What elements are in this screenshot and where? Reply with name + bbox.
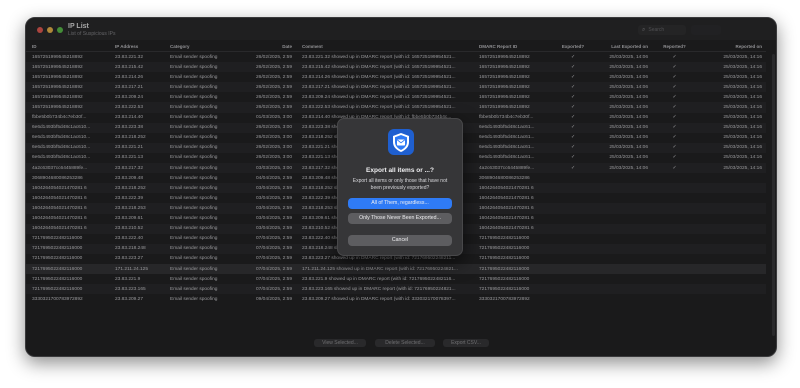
cancel-button[interactable]: Cancel [348, 235, 452, 246]
export-all-button[interactable]: All of Them, regardless... [348, 198, 452, 209]
export-dialog: Export all items or ...? Export all item… [337, 118, 463, 256]
dialog-message: Export all items or only those that have… [352, 178, 448, 191]
shield-mail-icon [388, 129, 414, 155]
dialog-title: Export all items or ...? [366, 167, 434, 174]
export-never-exported-button[interactable]: Only Those Never Been Exported... [348, 213, 452, 224]
